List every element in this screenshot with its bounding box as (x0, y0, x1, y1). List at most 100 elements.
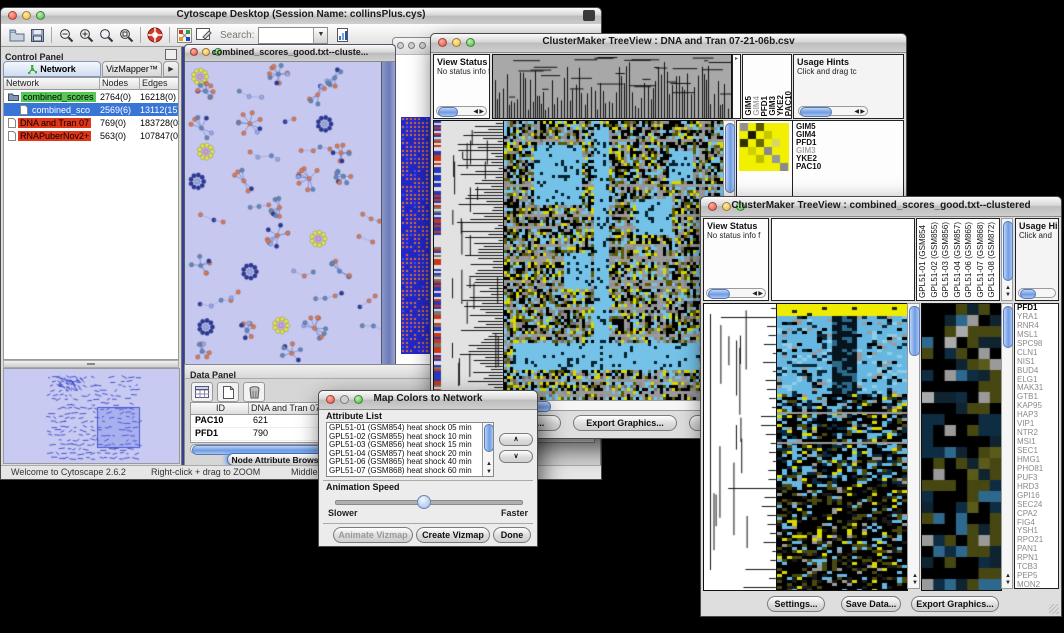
animate-vizmap-button[interactable]: Animate Vizmap (333, 527, 413, 543)
delete-attribute-trash-icon[interactable] (243, 382, 265, 402)
column-dendrogram-empty[interactable] (771, 218, 915, 301)
minimize-button[interactable] (408, 42, 415, 49)
network-name-cell: combined_sco (4, 105, 100, 115)
zoom-button[interactable] (419, 42, 426, 49)
usage-hints-scrollbar[interactable]: ◀▶ (798, 106, 868, 116)
network-tree-row[interactable]: combined_scores2764(0)16218(0) (4, 90, 178, 103)
zoom-selected-icon[interactable] (116, 26, 136, 44)
open-session-icon[interactable] (7, 26, 27, 44)
close-button[interactable] (397, 42, 404, 49)
network-name-label: combined_sco (30, 105, 92, 115)
tab-network[interactable]: Network (3, 61, 101, 77)
search-label: Search: (220, 30, 254, 41)
main-titlebar[interactable]: Cytoscape Desktop (Session Name: collins… (1, 8, 601, 25)
zoom-fit-icon[interactable] (96, 26, 116, 44)
attribute-list-scrollbar[interactable]: ▲▼ (482, 423, 493, 476)
expression-heatmap[interactable] (503, 120, 724, 401)
annotation-icon[interactable] (194, 26, 214, 44)
view-status-scrollbar[interactable]: ◀▶ (706, 288, 766, 298)
treeview-dna-titlebar[interactable]: ClusterMaker TreeView : DNA and Tran 07-… (431, 34, 906, 53)
column-label: GPL51-06 (GSM865) (965, 222, 973, 298)
attribute-list[interactable]: GPL51-01 (GSM854) heat shock 05 minGPL51… (326, 422, 494, 477)
move-up-button[interactable]: ∧ (499, 433, 533, 446)
new-attribute-icon[interactable] (217, 382, 239, 402)
search-dropdown-arrow-icon[interactable]: ▼ (313, 28, 327, 43)
gene-labels-list: PFD1YRA1RNR4MSL1SPC98CLN1NIS1BUD4ELG1MAK… (1014, 303, 1059, 589)
map-colors-titlebar[interactable]: Map Colors to Network (319, 391, 537, 410)
expression-heatmap[interactable] (776, 303, 908, 591)
report-icon[interactable] (334, 26, 354, 44)
attribute-list-item[interactable]: GPL51-07 (GSM868) heat shock 60 min (329, 467, 493, 476)
search-input[interactable] (259, 28, 313, 43)
view-status-scrollbar[interactable]: ◀▶ (436, 106, 487, 116)
column-label: GPL51-08 (GSM872) (988, 222, 996, 298)
map-colors-title: Map Colors to Network (319, 393, 537, 404)
network-canvas[interactable] (185, 62, 381, 367)
save-data-button[interactable]: Save Data... (841, 596, 901, 612)
slider-thumb[interactable] (417, 495, 431, 509)
attribute-table-icon[interactable] (191, 382, 213, 402)
control-panel-title: Control Panel (5, 52, 64, 62)
column-labels-strip: GPL51-01 (GSM854GPL51-02 (GSM855)GPL51-0… (916, 218, 1000, 301)
export-graphics-button[interactable]: Export Graphics... (573, 415, 677, 431)
network-file-icon (8, 118, 16, 128)
panel-splitter[interactable] (3, 360, 179, 368)
faster-label: Faster (501, 508, 528, 518)
map-colors-dialog: Map Colors to Network Attribute List GPL… (318, 390, 538, 547)
matrix-row-label: PAC10 (796, 163, 821, 171)
view-status-panel: View Status No status info f ◀▶ (703, 218, 769, 301)
zoom-in-icon[interactable] (76, 26, 96, 44)
edges-cell: 13112(15) (140, 105, 178, 115)
usage-hints-scrollbar[interactable] (1018, 288, 1056, 298)
gene-list-scrollbar[interactable]: ▲▼ (1001, 303, 1013, 589)
zoom-out-icon[interactable] (56, 26, 76, 44)
tab-overflow-button[interactable]: ▶ (163, 61, 179, 77)
vizmapper-nodes-icon[interactable] (174, 26, 194, 44)
treeview-combined-window: ClusterMaker TreeView : combined_scores_… (700, 196, 1062, 617)
column-dendrogram[interactable] (492, 54, 732, 119)
zoom-heatmap[interactable] (921, 303, 1002, 591)
window-menu-icon[interactable] (583, 10, 595, 21)
treeview-combined-titlebar[interactable]: ClusterMaker TreeView : combined_scores_… (701, 197, 1061, 217)
network-name-label: combined_scores (21, 92, 96, 102)
network-tree-row[interactable]: combined_sco 2569(6)13112(15) (4, 103, 178, 116)
help-lifesaver-icon[interactable] (145, 26, 165, 44)
correlation-matrix-thumbnail (739, 123, 789, 171)
nodes-cell: 2764(0) (100, 92, 140, 102)
dendrogram-spacer: ▸ (732, 54, 741, 119)
settings-button[interactable]: Settings... (767, 596, 825, 612)
nodes-cell: 563(0) (100, 131, 140, 141)
network-vertical-scrollbar[interactable] (381, 62, 395, 367)
attribute-list-label: Attribute List (326, 411, 382, 421)
network-tree: Network Nodes Edges combined_scores2764(… (3, 77, 179, 360)
attribute-id-cell: PFD1 (191, 428, 253, 440)
network-name-cell: RNAPuberNov2+ (4, 131, 100, 141)
network-overview-navigator[interactable] (3, 368, 180, 464)
resize-grip[interactable] (1049, 604, 1059, 614)
status-hint-zoom: Right-click + drag to ZOOM (151, 467, 260, 477)
network-name-cell: DNA and Tran 07 (4, 118, 100, 128)
column-labels-scrollbar[interactable]: ▲▼ (1001, 218, 1013, 301)
tab-vizmapper[interactable]: VizMapper™ (102, 61, 162, 77)
network-view-titlebar[interactable]: combined_scores_good.txt--cluste... (185, 45, 395, 62)
export-graphics-button[interactable]: Export Graphics... (911, 596, 999, 612)
row-dendrogram[interactable] (703, 303, 778, 591)
status-welcome: Welcome to Cytoscape 2.6.2 (11, 467, 126, 477)
save-session-icon[interactable] (27, 26, 47, 44)
done-button[interactable]: Done (493, 527, 531, 543)
network-view-window: combined_scores_good.txt--cluste... (184, 44, 396, 368)
heatmap-vertical-scrollbar[interactable]: ▲▼ (907, 303, 920, 589)
row-dendrogram[interactable] (433, 120, 505, 401)
animation-speed-label: Animation Speed (326, 482, 400, 492)
status-hint-pan: Middle- (291, 467, 321, 477)
move-down-button[interactable]: ∨ (499, 450, 533, 463)
float-panel-icon[interactable] (165, 49, 177, 60)
nodes-cell: 2569(6) (100, 105, 140, 115)
column-labels-strip: GIM5GIM4PFD1GIM3YKE2PAC10 (742, 54, 792, 119)
network-tree-row[interactable]: DNA and Tran 07769(0)183728(0) (4, 116, 178, 129)
network-name-label: RNAPuberNov2+ (18, 131, 91, 141)
network-tree-row[interactable]: RNAPuberNov2+563(0)107847(0) (4, 129, 178, 142)
create-vizmap-button[interactable]: Create Vizmap (416, 527, 490, 543)
search-combobox[interactable]: ▼ (258, 27, 328, 44)
nodes-cell: 769(0) (100, 118, 140, 128)
